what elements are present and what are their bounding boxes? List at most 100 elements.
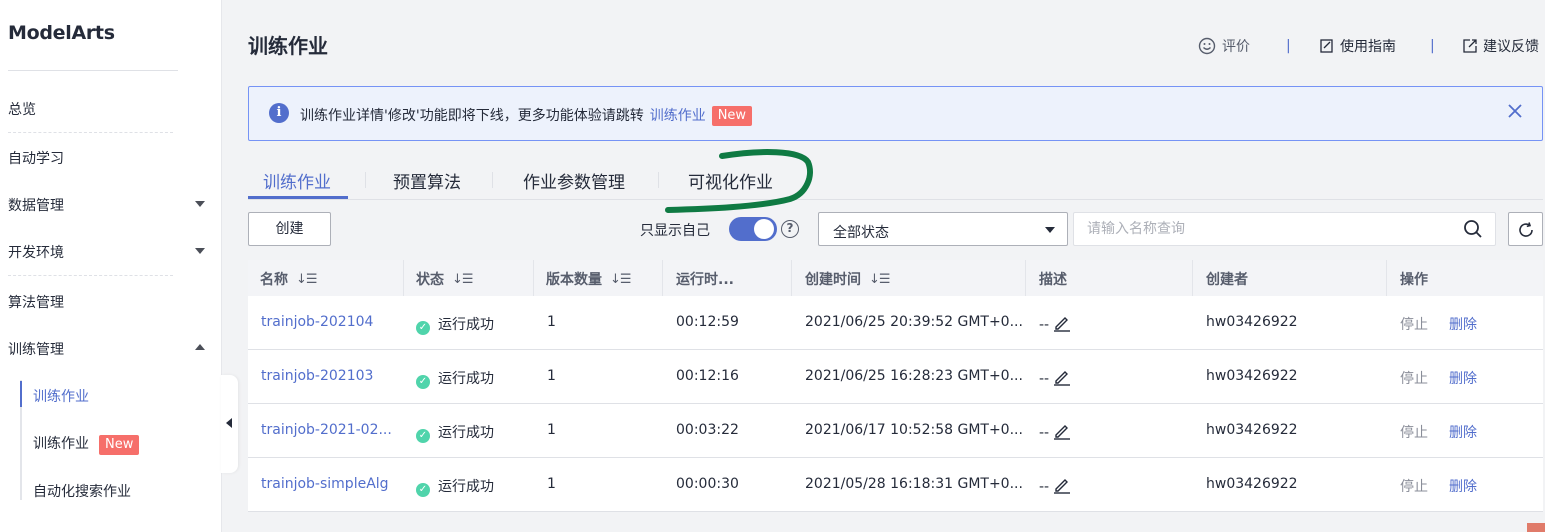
sidebar-item-algorithm-management[interactable]: 算法管理 xyxy=(8,292,173,312)
sidebar-item-dev-env[interactable]: 开发环境 xyxy=(8,242,173,276)
tab-visualization-jobs[interactable]: 可视化作业 xyxy=(688,168,773,193)
sort-icon[interactable]: ↓☰ xyxy=(869,272,891,287)
sidebar-subitem-auto-search-jobs[interactable]: 自动化搜索作业 xyxy=(33,481,131,501)
created-cell: 2021/06/25 16:28:23 GMT+0... xyxy=(805,368,1023,384)
table-row: trainjob-2021-02... ✓ 运行成功 1 00:03:22 202… xyxy=(248,404,1543,458)
job-name-link[interactable]: trainjob-202103 xyxy=(261,368,373,384)
tab-divider xyxy=(365,172,366,188)
runtime-cell: 00:00:30 xyxy=(676,476,739,492)
stop-button[interactable]: 停止 xyxy=(1400,422,1428,442)
info-alert: i 训练作业详情'修改'功能即将下线，更多功能体验请跳转 训练作业 New xyxy=(248,86,1543,141)
sort-icon[interactable]: ↓☰ xyxy=(452,272,474,287)
column-label: 创建时间 xyxy=(805,272,861,288)
created-cell: 2021/06/25 20:39:52 GMT+0... xyxy=(805,314,1023,330)
alert-link[interactable]: 训练作业 xyxy=(650,108,706,124)
search-icon[interactable] xyxy=(1463,219,1483,239)
column-label: 创建者 xyxy=(1206,272,1248,288)
tab-bar: 训练作业 预置算法 作业参数管理 可视化作业 xyxy=(248,156,1543,200)
runtime-cell: 00:12:16 xyxy=(676,368,739,384)
stop-button[interactable]: 停止 xyxy=(1400,476,1428,496)
job-name-link[interactable]: trainjob-simpleAlg xyxy=(261,476,389,492)
info-icon: i xyxy=(269,103,289,123)
active-tab-indicator xyxy=(248,196,348,199)
status-text: 运行成功 xyxy=(438,317,494,333)
tab-job-parameters[interactable]: 作业参数管理 xyxy=(523,168,625,193)
sort-icon[interactable]: ↓☰ xyxy=(296,272,318,287)
submenu-active-indicator xyxy=(20,381,22,407)
status-cell: ✓ 运行成功 xyxy=(416,422,494,443)
alert-text: 训练作业详情'修改'功能即将下线，更多功能体验请跳转 xyxy=(300,108,644,124)
smile-icon xyxy=(1198,37,1216,55)
delete-button[interactable]: 删除 xyxy=(1449,422,1477,442)
edit-icon[interactable] xyxy=(1053,314,1071,332)
tab-training-jobs[interactable]: 训练作业 xyxy=(263,168,331,193)
feedback-link[interactable]: 建议反馈 xyxy=(1463,36,1539,56)
delete-button[interactable]: 删除 xyxy=(1449,368,1477,388)
sidebar-item-overview[interactable]: 总览 xyxy=(8,99,173,133)
tab-preset-algorithms[interactable]: 预置算法 xyxy=(393,168,461,193)
sidebar-subitem-training-jobs-new[interactable]: 训练作业 New xyxy=(33,433,140,455)
creator-cell: hw03426922 xyxy=(1206,368,1298,384)
help-icon[interactable]: ? xyxy=(781,220,799,238)
column-label: 名称 xyxy=(260,272,288,288)
success-check-icon: ✓ xyxy=(416,375,430,389)
sidebar-item-auto-learning[interactable]: 自动学习 xyxy=(8,148,173,168)
stop-button[interactable]: 停止 xyxy=(1400,368,1428,388)
status-cell: ✓ 运行成功 xyxy=(416,368,494,389)
chevron-up-icon[interactable] xyxy=(195,344,205,350)
job-name-link[interactable]: trainjob-202104 xyxy=(261,314,373,330)
description-cell: -- xyxy=(1039,314,1071,333)
delete-button[interactable]: 删除 xyxy=(1449,314,1477,334)
column-header-created[interactable]: 创建时间 ↓☰ xyxy=(805,269,891,289)
rate-link[interactable]: 评价 xyxy=(1198,36,1250,56)
creator-cell: hw03426922 xyxy=(1206,476,1298,492)
status-filter-select[interactable]: 全部状态 xyxy=(818,212,1068,246)
runtime-cell: 00:12:59 xyxy=(676,314,739,330)
column-label: 版本数量 xyxy=(546,272,602,288)
creator-cell: hw03426922 xyxy=(1206,422,1298,438)
description-text: -- xyxy=(1039,371,1050,387)
column-header-versions[interactable]: 版本数量 ↓☰ xyxy=(546,269,632,289)
table-row: trainjob-202104 ✓ 运行成功 1 00:12:59 2021/06… xyxy=(248,296,1543,350)
column-header-status[interactable]: 状态 ↓☰ xyxy=(416,269,474,289)
chevron-down-icon[interactable] xyxy=(195,248,205,254)
sort-icon[interactable]: ↓☰ xyxy=(610,272,632,287)
column-header-creator: 创建者 xyxy=(1206,269,1248,289)
column-header-runtime[interactable]: 运行时... xyxy=(676,269,734,289)
edit-icon[interactable] xyxy=(1053,368,1071,386)
stop-button[interactable]: 停止 xyxy=(1400,314,1428,334)
divider xyxy=(8,70,178,71)
versions-cell: 1 xyxy=(547,368,556,384)
new-badge: New xyxy=(711,106,753,126)
sidebar-item-data-management[interactable]: 数据管理 xyxy=(8,195,173,215)
sidebar-item-training-management[interactable]: 训练管理 xyxy=(8,339,173,359)
column-header-name[interactable]: 名称 ↓☰ xyxy=(260,269,318,289)
chevron-down-icon[interactable] xyxy=(195,201,205,207)
page-title: 训练作业 xyxy=(248,34,328,58)
brand-logo[interactable]: ModelArts xyxy=(8,22,115,44)
sidebar-subitem-training-jobs[interactable]: 训练作业 xyxy=(33,386,89,406)
corner-widget[interactable] xyxy=(1527,523,1545,532)
sidebar-item-label: 训练作业 xyxy=(33,389,89,405)
external-link-icon xyxy=(1463,39,1477,53)
guide-label: 使用指南 xyxy=(1340,39,1396,55)
success-check-icon: ✓ xyxy=(416,483,430,497)
delete-button[interactable]: 删除 xyxy=(1449,476,1477,496)
user-guide-link[interactable]: 使用指南 xyxy=(1320,36,1396,56)
job-name-link[interactable]: trainjob-2021-02... xyxy=(261,422,392,438)
only-mine-label: 只显示自己 xyxy=(640,223,710,239)
only-mine-toggle[interactable] xyxy=(729,217,777,241)
chevron-down-icon xyxy=(1045,227,1055,233)
refresh-button[interactable] xyxy=(1508,212,1543,246)
column-label: 操作 xyxy=(1400,272,1428,288)
search-input[interactable] xyxy=(1073,212,1496,246)
sidebar-collapse-button[interactable] xyxy=(221,375,238,473)
edit-icon[interactable] xyxy=(1053,476,1071,494)
alert-message: 训练作业详情'修改'功能即将下线，更多功能体验请跳转 训练作业 New xyxy=(300,105,753,126)
new-badge: New xyxy=(99,435,140,455)
edit-icon[interactable] xyxy=(1053,422,1071,440)
create-button[interactable]: 创建 xyxy=(248,212,331,246)
close-icon[interactable] xyxy=(1506,102,1524,120)
description-cell: -- xyxy=(1039,368,1071,387)
refresh-icon xyxy=(1519,222,1533,237)
